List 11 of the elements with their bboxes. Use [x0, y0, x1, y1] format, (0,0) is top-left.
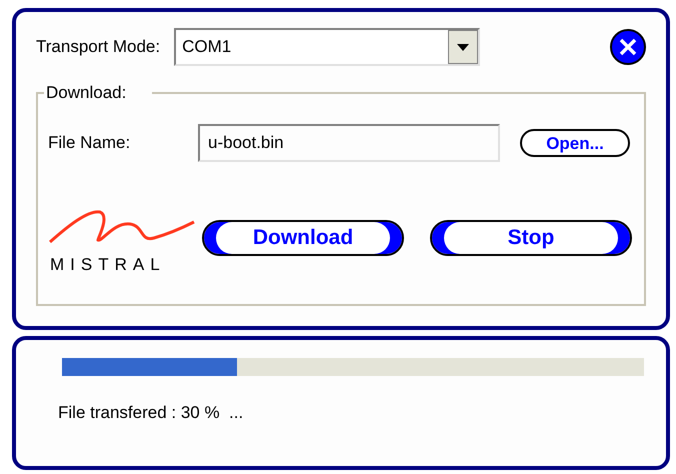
transfer-status-text: File transfered : 30 % ... — [58, 402, 244, 424]
action-button[interactable]: Download — [202, 220, 404, 256]
transport-mode-label: Transport Mode: — [36, 36, 160, 58]
file-name-label: File Name: — [48, 132, 132, 154]
logo-text: MISTRAL — [49, 254, 167, 276]
open-button[interactable]: Open... — [520, 129, 630, 157]
file-name-field[interactable]: u-boot.bin — [198, 124, 500, 162]
close-icon[interactable] — [619, 38, 637, 56]
transport-mode-dropdown[interactable]: COM1 — [174, 28, 480, 66]
close-button[interactable] — [610, 29, 646, 65]
action-button[interactable]: Stop — [430, 220, 632, 256]
